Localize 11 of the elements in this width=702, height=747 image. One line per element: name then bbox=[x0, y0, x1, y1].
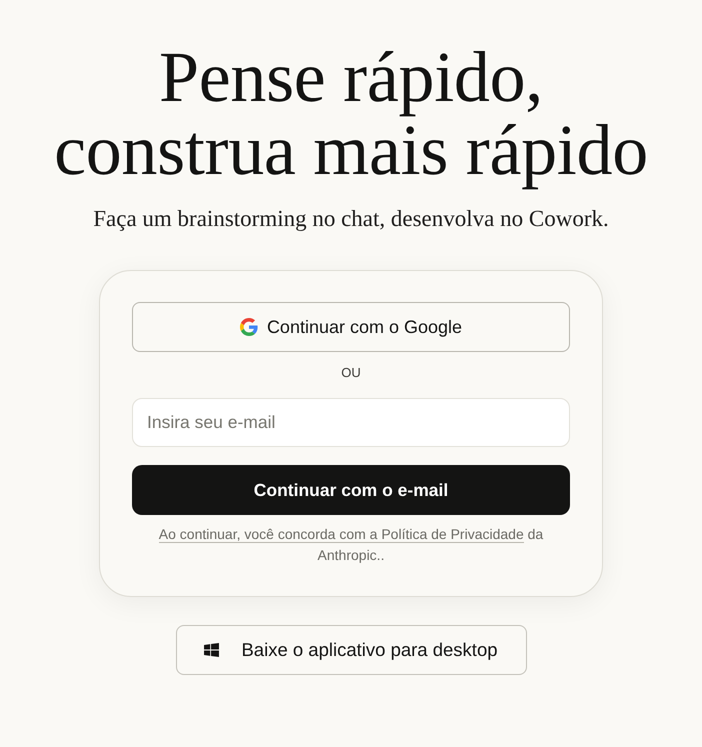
subtitle: Faça um brainstorming no chat, desenvolva no Cowork. bbox=[93, 205, 609, 233]
desktop-download-button[interactable]: Baixe o aplicativo para desktop bbox=[176, 625, 526, 675]
google-sign-in-button[interactable]: Continuar com o Google bbox=[132, 302, 570, 352]
legal-notice: Ao continuar, você concorda com a Política de Privacidade da Anthropic.. bbox=[158, 525, 544, 565]
windows-logo-icon bbox=[204, 643, 220, 657]
divider-label: OU bbox=[340, 364, 362, 382]
email-continue-button[interactable]: Continuar com o e-mail bbox=[132, 465, 570, 515]
headline: Pense rápido, construa mais rápido bbox=[54, 41, 648, 187]
email-input-field[interactable]: Insira seu e-mail bbox=[132, 398, 570, 447]
google-g-icon bbox=[240, 318, 258, 336]
privacy-policy-link[interactable]: Ao continuar, você concorda com a Política de Privacidade bbox=[158, 526, 524, 543]
